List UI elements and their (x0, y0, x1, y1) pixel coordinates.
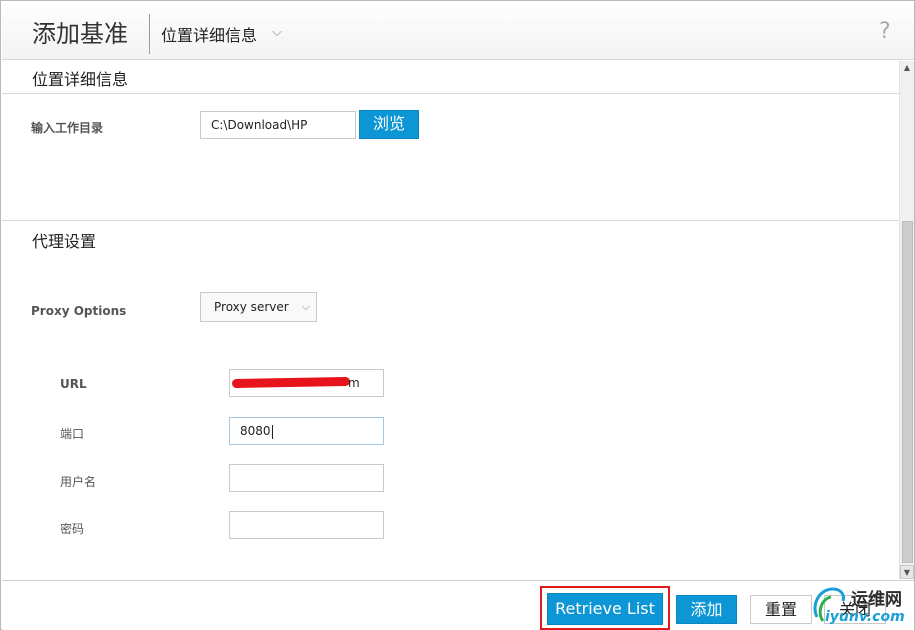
chevron-down-icon[interactable]: ⌵ (272, 25, 282, 40)
text-caret (271, 424, 273, 439)
add-button[interactable]: 添加 (676, 595, 737, 624)
breadcrumb[interactable]: 位置详细信息 (161, 22, 257, 46)
retrieve-list-button[interactable]: Retrieve List (547, 593, 663, 625)
scroll-down-icon[interactable]: ▼ (900, 565, 914, 579)
dialog-title: 添加基准 (32, 20, 128, 48)
dialog-footer: Retrieve List 添加 重置 关闭 (2, 580, 914, 630)
section-divider (2, 220, 899, 221)
watermark-cn-text: 运维网 (851, 590, 902, 610)
proxy-section-title: 代理设置 (32, 232, 97, 251)
proxy-options-value: Proxy server (214, 300, 289, 314)
port-label: 端口 (60, 427, 85, 441)
dialog-content: 位置详细信息 输入工作目录 C:\Download\HP 浏览 代理设置 Pro… (2, 61, 899, 579)
browse-button[interactable]: 浏览 (359, 110, 419, 139)
url-label: URL (60, 377, 87, 391)
url-visible-text: m (348, 376, 360, 390)
help-icon[interactable]: ? (879, 19, 891, 44)
dialog-header: 添加基准 位置详细信息 ⌵ ? (2, 2, 914, 60)
scroll-up-icon[interactable]: ▲ (900, 61, 914, 75)
chevron-down-icon: ⌵ (301, 300, 310, 313)
redaction-mark (231, 376, 351, 389)
location-section-title: 位置详细信息 (32, 70, 129, 89)
header-divider (149, 14, 150, 54)
url-input[interactable]: m (229, 369, 384, 397)
port-input[interactable]: 8080 (229, 417, 384, 445)
section-divider (2, 93, 899, 94)
password-label: 密码 (60, 522, 85, 536)
proxy-options-label: Proxy Options (31, 304, 127, 318)
watermark-logo: 运维网 iyunv.com (809, 583, 915, 629)
reset-button[interactable]: 重置 (750, 595, 812, 624)
password-input[interactable] (229, 511, 384, 539)
proxy-options-select[interactable]: Proxy server ⌵ (200, 292, 317, 322)
vertical-scrollbar[interactable]: ▲ ▼ (899, 61, 914, 579)
port-value: 8080 (240, 424, 271, 438)
watermark-url-text: iyunv.com (825, 609, 905, 625)
add-baseline-dialog: 添加基准 位置详细信息 ⌵ ? 位置详细信息 输入工作目录 C:\Downloa… (0, 0, 915, 630)
scrollbar-thumb[interactable] (902, 221, 913, 563)
work-dir-label: 输入工作目录 (31, 121, 104, 135)
username-label: 用户名 (60, 475, 97, 489)
username-input[interactable] (229, 464, 384, 492)
work-dir-input[interactable]: C:\Download\HP (200, 111, 356, 139)
